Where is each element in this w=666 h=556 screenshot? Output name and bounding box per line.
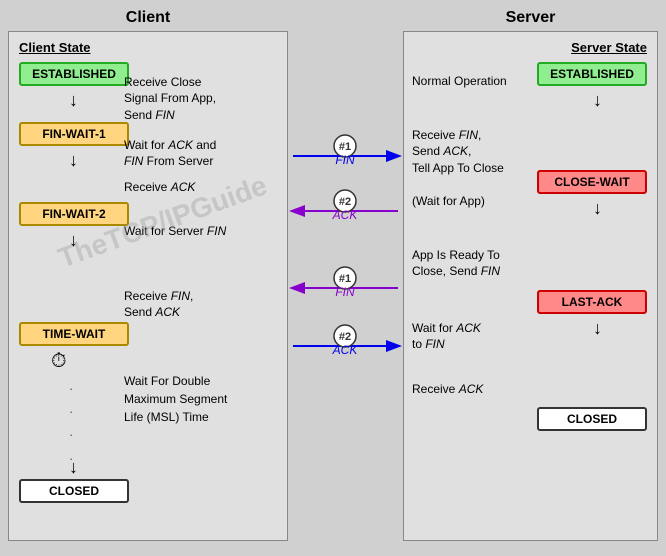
server-arrow-down-2: ↓: [593, 198, 602, 219]
server-closed: CLOSED: [537, 407, 647, 431]
svg-text:#2: #2: [339, 196, 351, 208]
server-panel: Server State ESTABLISHED ↓ Normal Operat…: [403, 31, 658, 541]
client-title: Client: [126, 9, 170, 26]
server-closewait: CLOSE-WAIT: [537, 170, 647, 194]
client-timewait: TIME-WAIT: [19, 322, 129, 346]
clock-icon: ⏱: [51, 350, 67, 373]
server-title: Server: [506, 9, 556, 26]
server-desc-normal: Normal Operation: [412, 74, 507, 88]
arrow-down-2: ↓: [69, 150, 78, 171]
server-desc-receive-ack: Receive ACK: [412, 382, 483, 396]
client-finwait2: FIN-WAIT-2: [19, 202, 129, 226]
client-established: ESTABLISHED: [19, 62, 129, 86]
arrow-down-3: ↓: [69, 230, 78, 251]
server-state-label: Server State: [571, 40, 647, 55]
server-header: Server: [403, 9, 658, 27]
svg-text:FIN: FIN: [335, 285, 355, 299]
server-desc-app-ready: App Is Ready ToClose, Send FIN: [412, 247, 500, 281]
diagram-container: Client Server Client State ESTABLISHED ↓…: [3, 6, 663, 551]
server-desc-wait-ack-fin: Wait for ACKto FIN: [412, 320, 481, 354]
server-arrow-down-3: ↓: [593, 318, 602, 339]
server-established: ESTABLISHED: [537, 62, 647, 86]
client-panel: Client State ESTABLISHED ↓ Receive Close…: [8, 31, 288, 541]
svg-text:#1: #1: [339, 273, 351, 285]
arrow-down-1: ↓: [69, 90, 78, 111]
client-desc-receive-ack: Receive ACK: [124, 180, 195, 194]
svg-text:ACK: ACK: [332, 343, 359, 357]
svg-text:#1: #1: [339, 141, 351, 153]
client-desc-wait-ack-fin: Wait for ACK andFIN From Server: [124, 137, 216, 171]
svg-text:FIN: FIN: [335, 153, 355, 167]
server-desc-receive-fin: Receive FIN,Send ACK,Tell App To Close: [412, 127, 504, 177]
client-desc-send-fin: Receive CloseSignal From App,Send FIN: [124, 74, 216, 124]
client-header: Client: [8, 9, 288, 27]
client-state-label: Client State: [19, 40, 91, 55]
server-desc-wait-app: (Wait for App): [412, 194, 485, 208]
client-desc-receive-fin-send-ack: Receive FIN,Send ACK: [124, 288, 193, 322]
server-arrow-down-1: ↓: [593, 90, 602, 111]
svg-text:#2: #2: [339, 331, 351, 343]
client-desc-wait-server-fin: Wait for Server FIN: [124, 224, 226, 238]
server-lastack: LAST-ACK: [537, 290, 647, 314]
svg-text:ACK: ACK: [332, 208, 359, 222]
arrow-down-4: ↓: [69, 457, 78, 478]
client-desc-wait-msl: Wait For DoubleMaximum SegmentLife (MSL)…: [124, 372, 227, 426]
client-closed: CLOSED: [19, 479, 129, 503]
client-finwait1: FIN-WAIT-1: [19, 122, 129, 146]
